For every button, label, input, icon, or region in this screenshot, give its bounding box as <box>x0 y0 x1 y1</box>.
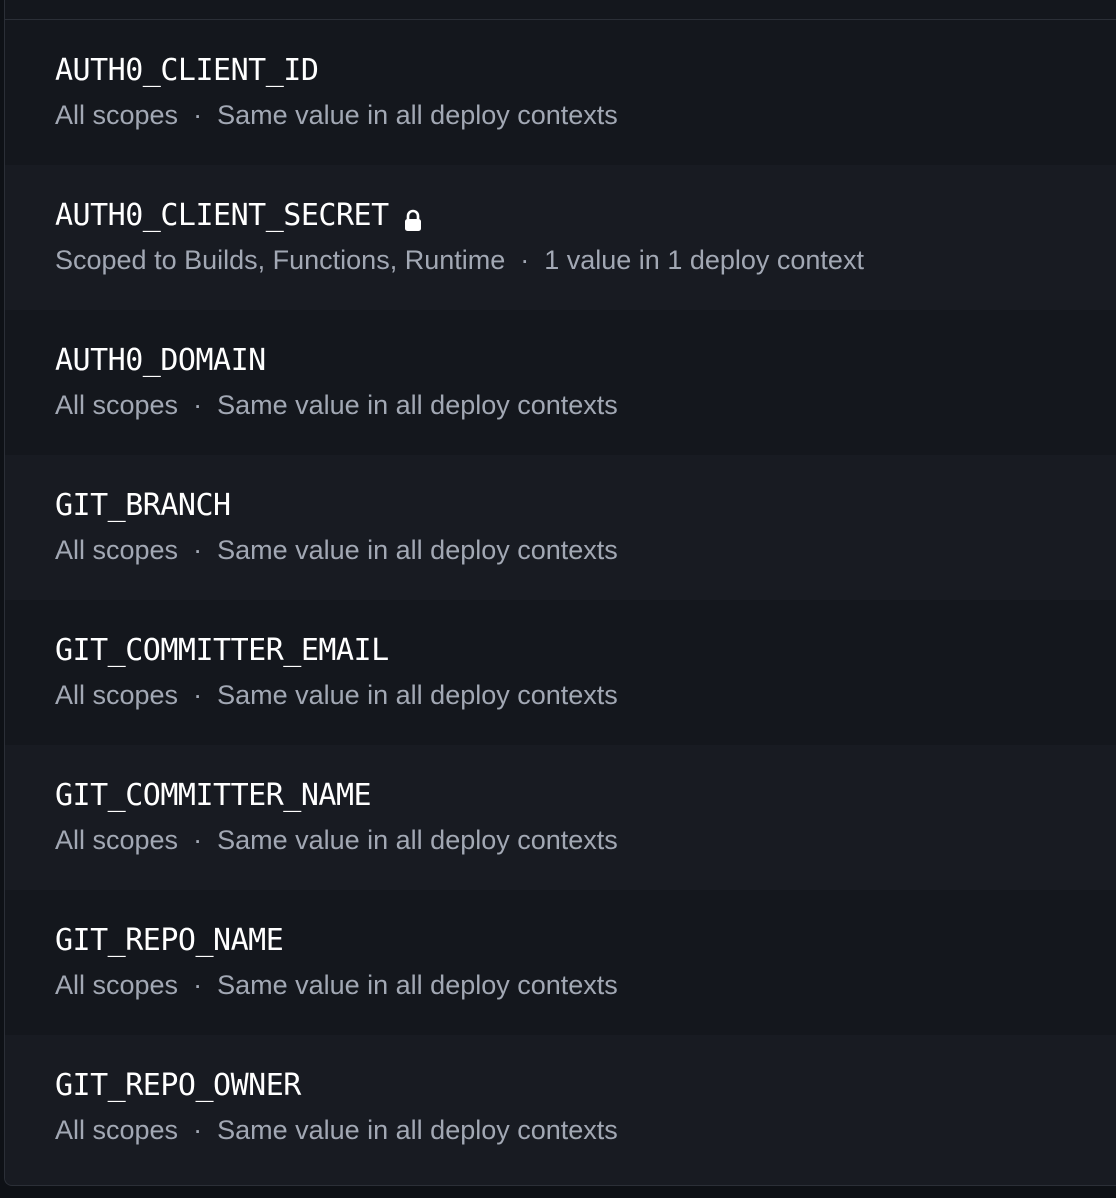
separator-dot: · <box>193 535 203 565</box>
env-var-row[interactable]: AUTH0_CLIENT_SECRET Scoped to Builds, Fu… <box>5 165 1116 310</box>
env-var-scope: All scopes <box>55 680 179 710</box>
env-var-row[interactable]: GIT_COMMITTER_NAME All scopes · Same value… <box>5 745 1116 890</box>
env-var-row[interactable]: AUTH0_CLIENT_ID All scopes · Same value in… <box>5 20 1116 165</box>
separator-dot: · <box>193 1115 203 1145</box>
env-var-name: AUTH0_CLIENT_ID <box>55 53 319 88</box>
env-var-scope: All scopes <box>55 390 179 420</box>
env-var-name: GIT_REPO_OWNER <box>55 1068 301 1103</box>
env-var-scope: Scoped to Builds, Functions, Runtime <box>55 245 506 275</box>
lock-icon <box>403 204 423 231</box>
env-var-context: 1 value in 1 deploy context <box>544 245 864 275</box>
env-var-context: Same value in all deploy contexts <box>217 100 618 130</box>
env-variables-panel: AUTH0_CLIENT_ID All scopes · Same value in… <box>4 0 1116 1186</box>
env-var-context: Same value in all deploy contexts <box>217 825 618 855</box>
env-var-row[interactable]: AUTH0_DOMAIN All scopes · Same value in al… <box>5 310 1116 455</box>
env-var-scope: All scopes <box>55 825 179 855</box>
env-var-scope: All scopes <box>55 970 179 1000</box>
env-var-name: AUTH0_CLIENT_SECRET <box>55 198 389 233</box>
separator-dot: · <box>520 245 530 275</box>
separator-dot: · <box>193 825 203 855</box>
separator-dot: · <box>193 100 203 130</box>
env-var-context: Same value in all deploy contexts <box>217 970 618 1000</box>
env-var-context: Same value in all deploy contexts <box>217 1115 618 1145</box>
env-var-name: GIT_REPO_NAME <box>55 923 284 958</box>
env-var-name: GIT_COMMITTER_NAME <box>55 778 372 813</box>
env-var-row[interactable]: GIT_COMMITTER_EMAIL All scopes · Same valu… <box>5 600 1116 745</box>
separator-dot: · <box>193 970 203 1000</box>
env-var-context: Same value in all deploy contexts <box>217 535 618 565</box>
separator-dot: · <box>193 680 203 710</box>
env-var-row[interactable]: GIT_REPO_OWNER All scopes · Same value in … <box>5 1035 1116 1180</box>
env-var-name: GIT_COMMITTER_EMAIL <box>55 633 389 668</box>
env-var-scope: All scopes <box>55 1115 179 1145</box>
env-var-row[interactable]: GIT_REPO_NAME All scopes · Same value in a… <box>5 890 1116 1035</box>
env-var-scope: All scopes <box>55 535 179 565</box>
env-var-scope: All scopes <box>55 100 179 130</box>
separator-dot: · <box>193 390 203 420</box>
env-var-context: Same value in all deploy contexts <box>217 680 618 710</box>
env-var-row[interactable]: GIT_BRANCH All scopes · Same value in all … <box>5 455 1116 600</box>
env-var-name: AUTH0_DOMAIN <box>55 343 266 378</box>
env-var-context: Same value in all deploy contexts <box>217 390 618 420</box>
env-var-name: GIT_BRANCH <box>55 488 231 523</box>
panel-top-divider <box>5 0 1116 20</box>
